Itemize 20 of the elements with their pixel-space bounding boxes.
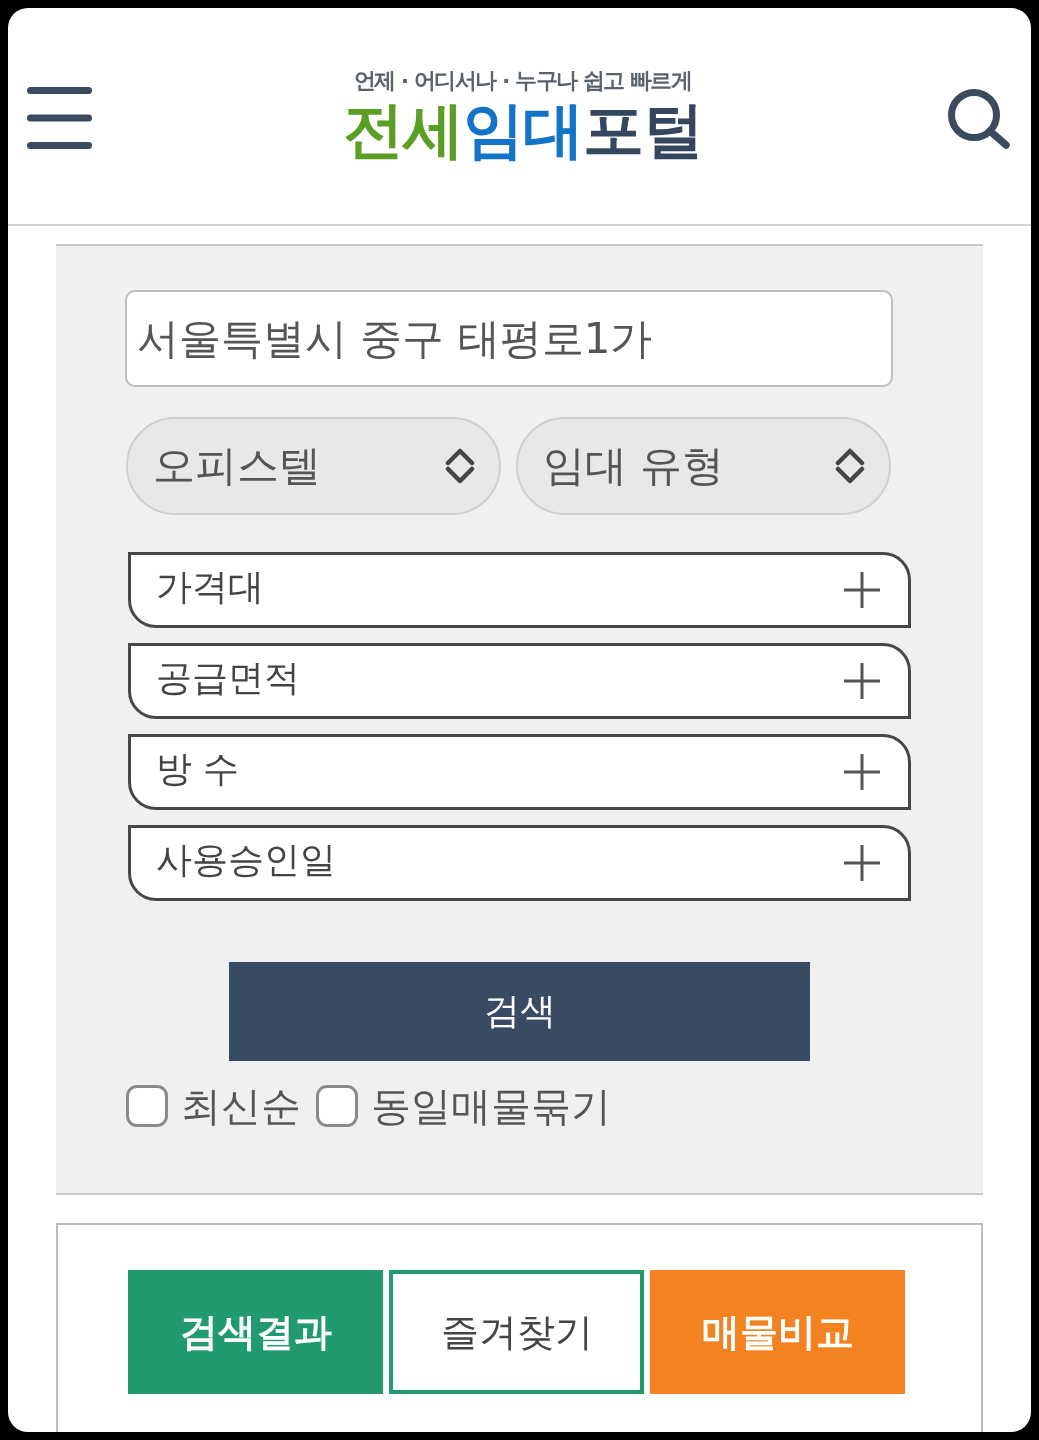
accordion-header[interactable]: 사용승인일 [128,825,911,901]
search-icon[interactable] [947,87,1010,149]
menu-icon[interactable] [27,87,92,149]
action-button[interactable]: 검색결과 [128,1270,383,1394]
accordion-header[interactable]: 가격대 [128,552,911,628]
address-field[interactable]: 서울특별시 중구 태평로1가 [125,290,893,387]
chevron-up-down-icon [444,448,476,484]
search-button[interactable]: 검색 [229,962,810,1061]
chevron-up-down-icon [834,448,866,484]
logo-tagline: 언제 · 어디서나 · 누구나 쉽고 빠르게 [353,67,692,95]
checkbox-label: 최신순 [181,1081,301,1131]
logo-wordmark: 전세임대포털 [342,95,703,165]
checkbox-label: 동일매물묶기 [371,1081,611,1131]
checkbox[interactable] [316,1085,358,1127]
dropdown[interactable]: 임대 유형 [516,417,891,515]
checkbox[interactable] [126,1085,168,1127]
accordion-header[interactable]: 공급면적 [128,643,911,719]
action-button[interactable]: 즐겨찾기 [389,1270,644,1394]
dropdown[interactable]: 오피스텔 [126,417,501,515]
accordion-header[interactable]: 방 수 [128,734,911,810]
